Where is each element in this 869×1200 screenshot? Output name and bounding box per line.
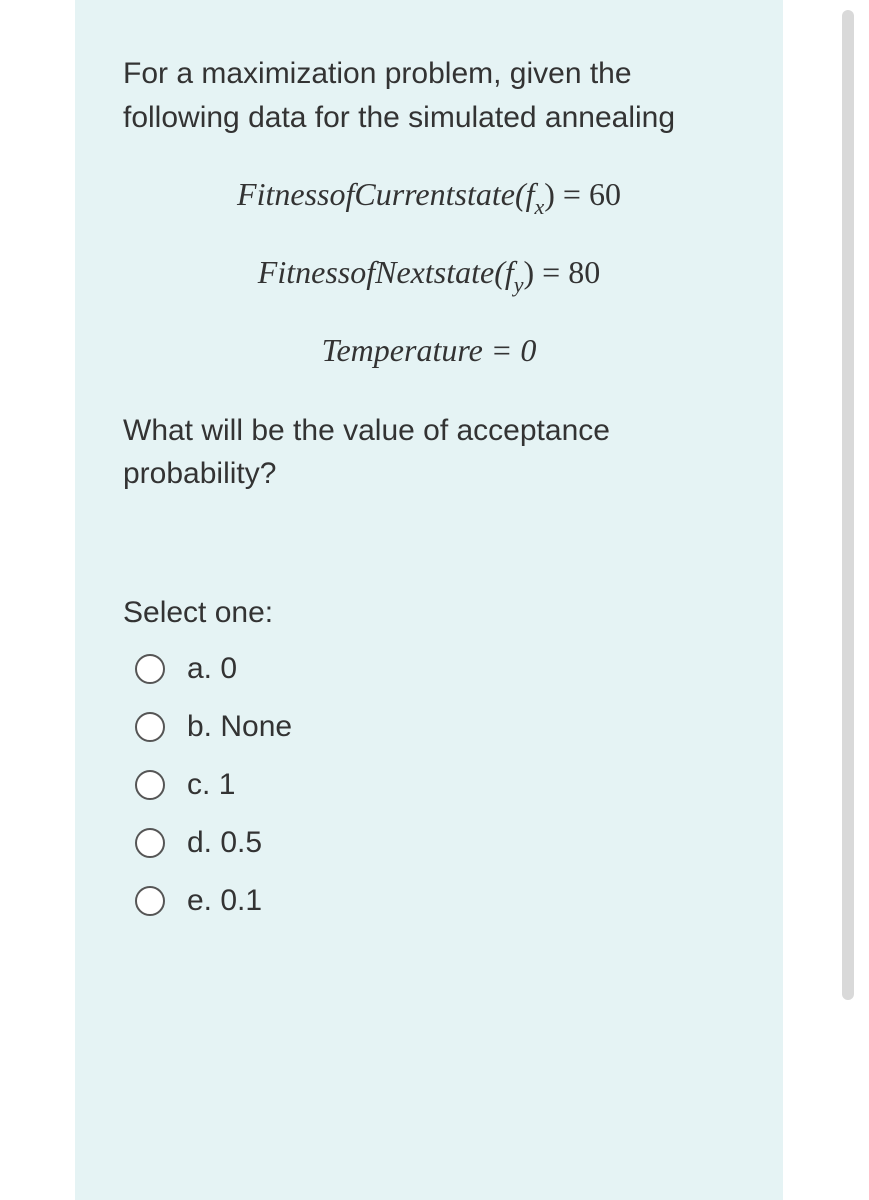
option-label: b. None	[187, 710, 292, 744]
question-prompt: For a maximization problem, given the fo…	[123, 52, 735, 139]
option-label: d. 0.5	[187, 826, 262, 860]
select-one-label: Select one:	[123, 596, 735, 630]
scrollbar-gutter	[828, 0, 869, 1200]
eq3-text: Temperature = 0	[322, 332, 537, 368]
options-group: a. 0 b. None c. 1	[123, 652, 735, 918]
option-label: c. 1	[187, 768, 235, 802]
equations-block: FitnessofCurrentstate(fx) = 60 Fitnessof…	[123, 175, 735, 369]
eq1-sub: x	[535, 194, 545, 219]
option-a[interactable]: a. 0	[135, 652, 735, 686]
eq1-right: ) = 60	[544, 176, 621, 212]
equation-2: FitnessofNextstate(fy) = 80	[123, 253, 735, 297]
option-e[interactable]: e. 0.1	[135, 884, 735, 918]
eq1-left: FitnessofCurrentstate(f	[237, 176, 534, 212]
question-card: For a maximization problem, given the fo…	[75, 0, 783, 1200]
main-column: For a maximization problem, given the fo…	[0, 0, 828, 1200]
radio-icon[interactable]	[135, 770, 165, 800]
equation-1: FitnessofCurrentstate(fx) = 60	[123, 175, 735, 219]
option-b[interactable]: b. None	[135, 710, 735, 744]
option-label: e. 0.1	[187, 884, 262, 918]
eq2-left: FitnessofNextstate(f	[258, 254, 514, 290]
option-d[interactable]: d. 0.5	[135, 826, 735, 860]
option-label: a. 0	[187, 652, 237, 686]
radio-icon[interactable]	[135, 886, 165, 916]
radio-icon[interactable]	[135, 712, 165, 742]
question-followup: What will be the value of acceptance pro…	[123, 409, 735, 496]
equation-3: Temperature = 0	[123, 331, 735, 369]
option-c[interactable]: c. 1	[135, 768, 735, 802]
radio-icon[interactable]	[135, 828, 165, 858]
eq2-right: ) = 80	[524, 254, 601, 290]
eq2-sub: y	[514, 272, 524, 297]
radio-icon[interactable]	[135, 654, 165, 684]
viewport: For a maximization problem, given the fo…	[0, 0, 869, 1200]
scrollbar-thumb[interactable]	[842, 10, 854, 1000]
